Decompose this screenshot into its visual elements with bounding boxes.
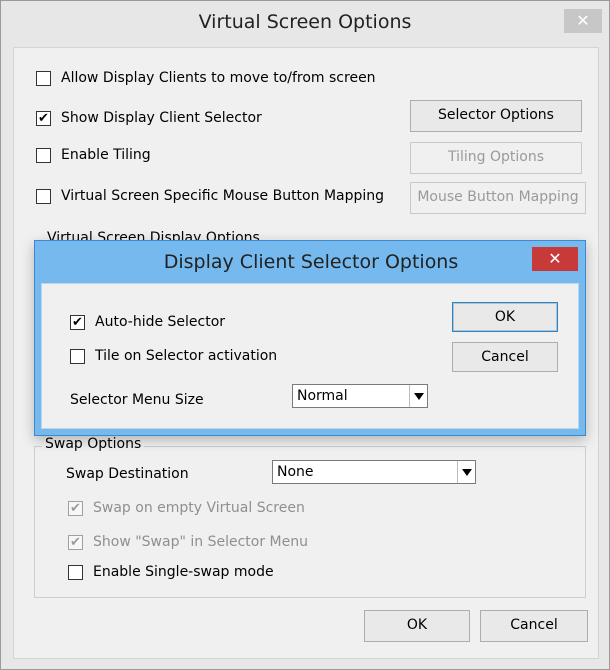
auto-hide-option[interactable]: ✔ Auto-hide Selector — [70, 314, 225, 330]
mouse-mapping-checkbox[interactable] — [36, 188, 51, 204]
popup-client-area: ✔ Auto-hide Selector Tile on Selector ac… — [41, 283, 579, 429]
selector-menu-size-select[interactable]: Normal — [292, 384, 428, 408]
allow-move-checkbox[interactable] — [36, 70, 51, 86]
enable-tiling-checkbox[interactable] — [36, 147, 51, 163]
swap-destination-label: Swap Destination — [66, 466, 189, 482]
main-cancel-button[interactable]: Cancel — [480, 610, 588, 642]
show-selector-checkbox[interactable]: ✔ — [36, 110, 51, 126]
swap-destination-value: None — [277, 464, 314, 480]
tile-on-activation-checkbox[interactable] — [70, 348, 85, 364]
enable-tiling-option[interactable]: Enable Tiling — [36, 147, 151, 163]
enable-tiling-label: Enable Tiling — [61, 147, 151, 163]
popup-ok-button[interactable]: OK — [452, 302, 558, 332]
show-swap-checkbox: ✔ — [68, 534, 83, 550]
swap-on-empty-checkbox: ✔ — [68, 500, 83, 516]
main-close-icon[interactable]: ✕ — [564, 9, 602, 33]
swap-on-empty-label: Swap on empty Virtual Screen — [93, 500, 305, 516]
auto-hide-label: Auto-hide Selector — [95, 314, 226, 330]
selector-menu-size-value: Normal — [297, 388, 348, 404]
selector-options-button[interactable]: Selector Options — [410, 100, 582, 132]
tiling-options-button[interactable]: Tiling Options — [410, 142, 582, 174]
show-selector-option[interactable]: ✔ Show Display Client Selector — [36, 110, 262, 126]
tile-on-activation-label: Tile on Selector activation — [95, 348, 278, 364]
swap-destination-select[interactable]: None — [272, 460, 476, 484]
mouse-mapping-label: Virtual Screen Specific Mouse Button Map… — [61, 188, 385, 204]
allow-move-label: Allow Display Clients to move to/from sc… — [61, 70, 376, 86]
single-swap-option[interactable]: Enable Single-swap mode — [68, 564, 274, 580]
selector-menu-size-label: Selector Menu Size — [70, 392, 204, 408]
dropdown-arrow-icon[interactable] — [409, 385, 427, 407]
swap-options-legend: Swap Options — [42, 436, 145, 452]
tile-on-activation-option[interactable]: Tile on Selector activation — [70, 348, 277, 364]
auto-hide-checkbox[interactable]: ✔ — [70, 314, 85, 330]
popup-close-icon[interactable]: ✕ — [532, 247, 578, 271]
mouse-mapping-option[interactable]: Virtual Screen Specific Mouse Button Map… — [36, 188, 384, 204]
dropdown-arrow-icon[interactable] — [457, 461, 475, 483]
display-client-selector-options-dialog: Display Client Selector Options ✕ ✔ Auto… — [34, 240, 586, 436]
show-swap-option: ✔ Show "Swap" in Selector Menu — [68, 534, 308, 550]
mouse-button-mapping-button[interactable]: Mouse Button Mapping — [410, 182, 586, 214]
main-ok-button[interactable]: OK — [364, 610, 470, 642]
show-swap-label: Show "Swap" in Selector Menu — [93, 534, 308, 550]
main-titlebar[interactable]: Virtual Screen Options ✕ — [1, 1, 609, 43]
popup-dialog-title: Display Client Selector Options — [163, 251, 459, 273]
allow-move-option[interactable]: Allow Display Clients to move to/from sc… — [36, 70, 376, 86]
show-selector-label: Show Display Client Selector — [61, 110, 262, 126]
popup-cancel-button[interactable]: Cancel — [452, 342, 558, 372]
single-swap-label: Enable Single-swap mode — [93, 564, 274, 580]
main-dialog-title: Virtual Screen Options — [198, 11, 412, 33]
single-swap-checkbox[interactable] — [68, 564, 83, 580]
swap-on-empty-option: ✔ Swap on empty Virtual Screen — [68, 500, 305, 516]
